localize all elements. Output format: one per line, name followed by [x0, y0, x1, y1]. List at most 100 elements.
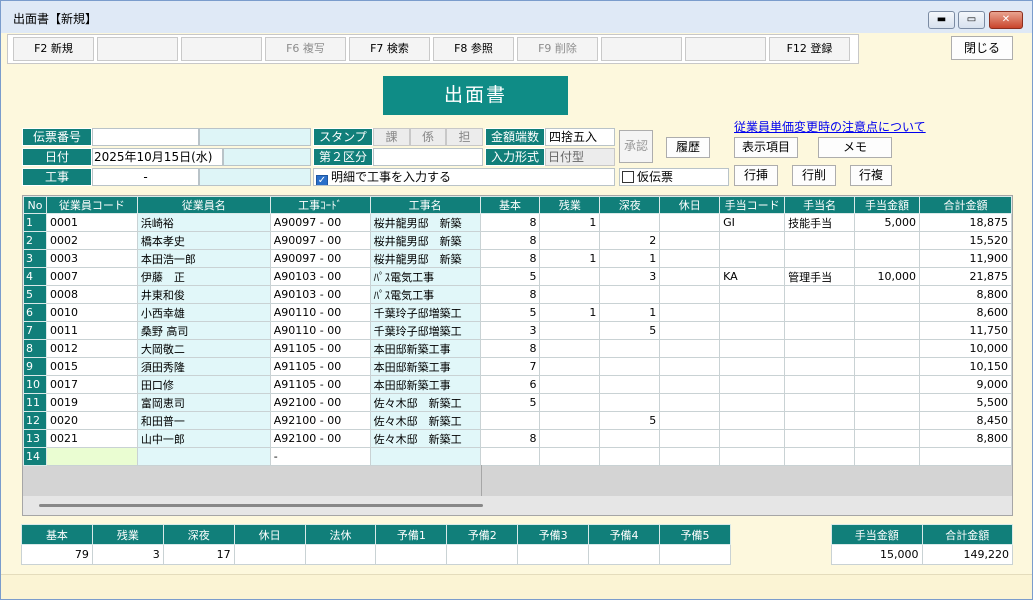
- toolbar-blank-button-4[interactable]: [685, 37, 766, 61]
- grid-cell[interactable]: 3: [479, 321, 541, 340]
- grid-cell[interactable]: 10,000: [919, 339, 1012, 358]
- grid-cell[interactable]: [719, 429, 786, 448]
- grid-cell[interactable]: [719, 231, 786, 250]
- grid-cell[interactable]: 7: [479, 357, 541, 376]
- table-row[interactable]: 7 0011 桑野 高司 A90110 - 00 千葉玲子邸増築工 3 5 11,750: [23, 321, 1012, 340]
- grid-cell[interactable]: 佐々木邸 新築工: [369, 429, 481, 448]
- grid-cell[interactable]: 0011: [45, 321, 138, 340]
- grid-cell[interactable]: 佐々木邸 新築工: [369, 393, 481, 412]
- grid-cell[interactable]: [854, 285, 920, 304]
- grid-cell[interactable]: 0012: [45, 339, 138, 358]
- grid-cell[interactable]: [599, 339, 661, 358]
- stamp-person-in-charge[interactable]: 担: [446, 128, 483, 146]
- grid-cell[interactable]: [599, 357, 661, 376]
- table-row[interactable]: 8 0012 大岡敬二 A91105 - 00 本田邸新築工事 8 10,000: [23, 339, 1012, 358]
- grid-cell[interactable]: [784, 411, 856, 430]
- grid-cell[interactable]: [539, 411, 601, 430]
- grid-cell[interactable]: [719, 393, 786, 412]
- grid-cell[interactable]: [659, 267, 721, 286]
- grid-cell[interactable]: 田口修: [136, 375, 271, 394]
- grid-cell[interactable]: [479, 411, 541, 430]
- column-header-8[interactable]: 休日: [659, 196, 721, 214]
- grid-cell[interactable]: A92100 - 00: [269, 429, 371, 448]
- grid-cell[interactable]: 3: [599, 267, 661, 286]
- grid-cell[interactable]: 桜井龍男邸 新築: [369, 249, 481, 268]
- column-header-0[interactable]: No: [23, 196, 47, 214]
- grid-cell[interactable]: [719, 303, 786, 322]
- date-input[interactable]: 2025年10月15日(水): [92, 148, 223, 166]
- grid-cell[interactable]: 9,000: [919, 375, 1012, 394]
- grid-cell[interactable]: 浜崎裕: [136, 213, 271, 232]
- grid-cell[interactable]: [784, 447, 856, 466]
- column-header-7[interactable]: 深夜: [599, 196, 661, 214]
- summary-value-9[interactable]: [659, 544, 731, 565]
- grid-cell[interactable]: 15,520: [919, 231, 1012, 250]
- grid-cell[interactable]: [599, 447, 661, 466]
- grid-cell[interactable]: ﾊﾟｽ電気工事: [369, 285, 481, 304]
- grid-cell[interactable]: 1: [539, 249, 601, 268]
- grid-cell[interactable]: [719, 249, 786, 268]
- grid-cell[interactable]: [719, 357, 786, 376]
- table-row[interactable]: 1 0001 浜崎裕 A90097 - 00 桜井龍男邸 新築 8 1 GI 技能手当 5,000…: [23, 213, 1012, 232]
- grid-cell[interactable]: 大岡敬二: [136, 339, 271, 358]
- grid-cell[interactable]: [854, 447, 920, 466]
- row-insert-button[interactable]: 行挿: [734, 165, 778, 186]
- grid-cell[interactable]: [854, 231, 920, 250]
- grid-cell[interactable]: [659, 411, 721, 430]
- grid-cell[interactable]: 5: [479, 267, 541, 286]
- grid-cell[interactable]: 18,875: [919, 213, 1012, 232]
- scrollbar-thumb[interactable]: [39, 504, 483, 507]
- detail-job-checkbox-row[interactable]: ✓ 明細で工事を入力する: [313, 168, 615, 186]
- grid-cell[interactable]: 8,600: [919, 303, 1012, 322]
- grid-cell[interactable]: 1: [539, 303, 601, 322]
- grid-cell[interactable]: 10,150: [919, 357, 1012, 376]
- grid-cell[interactable]: 8,800: [919, 429, 1012, 448]
- row-copy-button[interactable]: 行複: [850, 165, 892, 186]
- grid-cell[interactable]: 0001: [45, 213, 138, 232]
- grid-cell[interactable]: [719, 339, 786, 358]
- grid-cell[interactable]: 本田邸新築工事: [369, 375, 481, 394]
- grid-cell[interactable]: 橋本孝史: [136, 231, 271, 250]
- grid-cell[interactable]: 1: [599, 249, 661, 268]
- grid-cell[interactable]: [136, 447, 271, 466]
- grid-cell[interactable]: [539, 231, 601, 250]
- grid-cell[interactable]: 管理手当: [784, 267, 856, 286]
- grid-cell[interactable]: [784, 285, 856, 304]
- grid-cell[interactable]: [854, 375, 920, 394]
- grid-cell[interactable]: A90103 - 00: [269, 267, 371, 286]
- grid-cell[interactable]: [599, 429, 661, 448]
- grid-cell[interactable]: 5: [479, 303, 541, 322]
- grid-cell[interactable]: 5,500: [919, 393, 1012, 412]
- grid-cell[interactable]: 富岡恵司: [136, 393, 271, 412]
- grid-cell[interactable]: [539, 375, 601, 394]
- totals-value-1[interactable]: 149,220: [921, 544, 1013, 565]
- grid-cell[interactable]: [854, 411, 920, 430]
- grid-cell[interactable]: 8: [479, 429, 541, 448]
- grid-cell[interactable]: 0020: [45, 411, 138, 430]
- grid-cell[interactable]: A91105 - 00: [269, 375, 371, 394]
- grid-cell[interactable]: [659, 249, 721, 268]
- table-row[interactable]: 6 0010 小西幸雄 A90110 - 00 千葉玲子邸増築工 5 1 1 8,600: [23, 303, 1012, 322]
- grid-cell[interactable]: 8: [479, 285, 541, 304]
- grid-cell[interactable]: A90097 - 00: [269, 231, 371, 250]
- display-items-button[interactable]: 表示項目: [734, 137, 798, 158]
- grid-cell[interactable]: 桜井龍男邸 新築: [369, 231, 481, 250]
- detail-job-checkbox[interactable]: ✓: [316, 175, 328, 185]
- grid-cell[interactable]: 0007: [45, 267, 138, 286]
- grid-cell[interactable]: 8,450: [919, 411, 1012, 430]
- toolbar-blank-button-2[interactable]: [181, 37, 262, 61]
- unit-price-note-link[interactable]: 従業員単価変更時の注意点について: [734, 118, 926, 135]
- column-header-12[interactable]: 合計金額: [919, 196, 1012, 214]
- grid-cell[interactable]: A90097 - 00: [269, 249, 371, 268]
- grid-cell[interactable]: 8,800: [919, 285, 1012, 304]
- grid-cell[interactable]: 5: [599, 411, 661, 430]
- summary-value-4[interactable]: [304, 544, 377, 565]
- column-header-6[interactable]: 残業: [539, 196, 601, 214]
- input-format-select[interactable]: 日付型: [545, 148, 615, 166]
- table-row[interactable]: 4 0007 伊藤 正 A90103 - 00 ﾊﾟｽ電気工事 5 3 KA 管理手当 10,00…: [23, 267, 1012, 286]
- job-code-input[interactable]: -: [92, 168, 199, 186]
- summary-value-8[interactable]: [588, 544, 661, 565]
- grid-cell[interactable]: 0021: [45, 429, 138, 448]
- minimize-icon[interactable]: ▬: [928, 11, 955, 29]
- grid-cell[interactable]: [919, 447, 1012, 466]
